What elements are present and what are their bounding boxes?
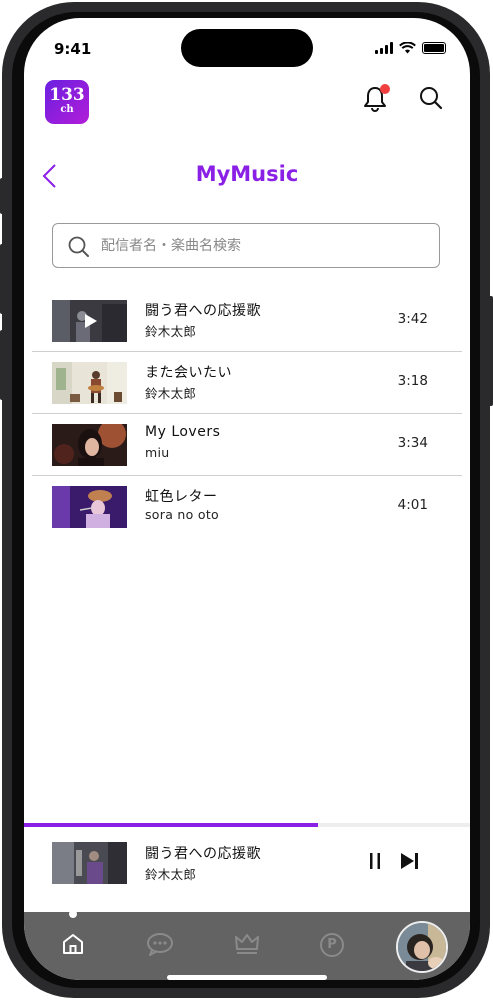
track-title: 闘う君への応援歌 [145, 303, 261, 319]
skip-next-icon[interactable] [399, 850, 421, 872]
track-row[interactable]: My Lovers miu 3:34 [32, 414, 462, 476]
now-playing-thumbnail [52, 842, 127, 884]
volume-up-button [0, 244, 6, 314]
tab-active-indicator [69, 910, 77, 918]
track-title: My Lovers [145, 424, 221, 440]
track-artist: miu [145, 445, 170, 460]
track-thumbnail [52, 362, 127, 404]
status-icons [375, 42, 446, 54]
track-duration: 3:34 [397, 435, 428, 451]
track-duration: 3:18 [397, 373, 428, 389]
app-logo[interactable]: 133 ch [45, 80, 89, 124]
search-field-icon [68, 236, 89, 257]
track-thumbnail [52, 424, 127, 466]
home-icon[interactable] [61, 932, 85, 956]
track-list: 闘う君への応援歌 鈴木太郎 3:42 また会いたい 鈴木太郎 3:18 My L… [32, 290, 462, 538]
home-indicator [167, 975, 327, 980]
power-button [487, 296, 493, 406]
track-row[interactable]: また会いたい 鈴木太郎 3:18 [32, 352, 462, 414]
logo-sub: ch [60, 104, 74, 115]
pause-icon[interactable] [367, 851, 383, 871]
points-icon[interactable]: P [320, 933, 344, 957]
logo-number: 133 [49, 85, 85, 105]
search-icon[interactable] [419, 86, 443, 110]
mute-switch [0, 178, 6, 214]
crown-icon[interactable] [234, 932, 260, 956]
status-time: 9:41 [54, 40, 92, 58]
dynamic-island [181, 29, 313, 67]
volume-down-button [0, 330, 6, 400]
battery-icon [422, 42, 446, 54]
chat-icon[interactable] [146, 932, 174, 956]
track-title: 虹色レター [145, 489, 218, 505]
track-title: また会いたい [145, 365, 232, 381]
track-thumbnail [52, 300, 127, 342]
track-row[interactable]: 虹色レター sora no oto 4:01 [32, 476, 462, 538]
now-playing-artist: 鈴木太郎 [145, 867, 197, 882]
search-field[interactable] [52, 223, 440, 268]
track-thumbnail [52, 486, 127, 528]
now-playing-title: 闘う君への応援歌 [145, 846, 261, 862]
signal-icon [375, 42, 393, 54]
track-artist: sora no oto [145, 507, 219, 522]
track-duration: 3:42 [397, 311, 428, 327]
points-icon-label: P [327, 937, 337, 952]
screen: 9:41 133 ch MyMusic 闘う君への応援歌 鈴木太郎 3:42 ま… [24, 18, 470, 980]
tab-bar: P [24, 910, 470, 980]
now-playing-bar[interactable]: 闘う君への応援歌 鈴木太郎 [24, 827, 470, 912]
wifi-icon [399, 42, 416, 54]
avatar[interactable] [396, 921, 448, 973]
track-artist: 鈴木太郎 [145, 386, 197, 401]
search-input[interactable] [101, 234, 421, 258]
track-duration: 4:01 [397, 497, 428, 513]
track-artist: 鈴木太郎 [145, 324, 197, 339]
track-row[interactable]: 闘う君への応援歌 鈴木太郎 3:42 [32, 290, 462, 352]
page-title: MyMusic [195, 162, 299, 186]
notification-badge [380, 84, 390, 94]
